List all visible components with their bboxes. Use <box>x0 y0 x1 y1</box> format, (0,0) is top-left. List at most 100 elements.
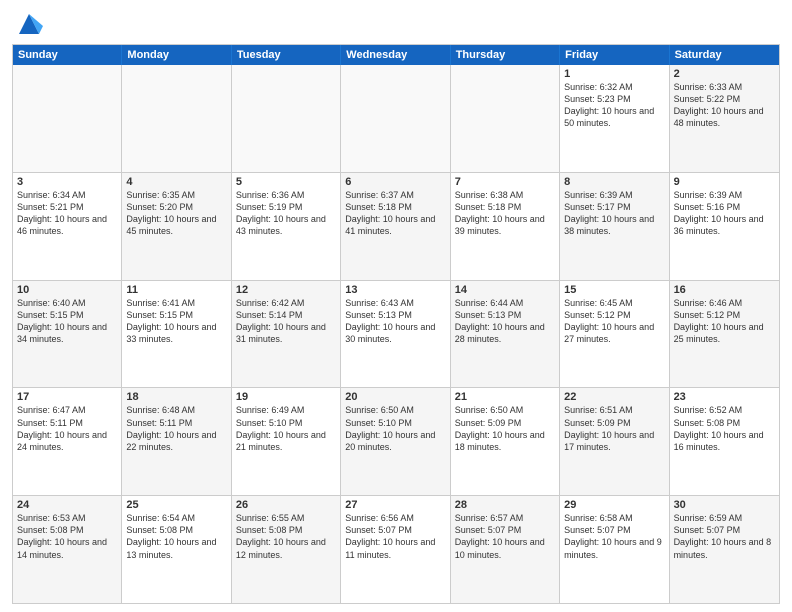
day-number: 14 <box>455 284 555 296</box>
day-cell-5: 5Sunrise: 6:36 AMSunset: 5:19 PMDaylight… <box>232 173 341 280</box>
day-cell-18: 18 Sunrise: 6:48 AMSunset: 5:11 PMDayligh… <box>122 388 231 495</box>
day-cell-13: 13 Sunrise: 6:43 AMSunset: 5:13 PMDayligh… <box>341 281 450 388</box>
day-number: 29 <box>564 499 664 511</box>
day-cell-3: 3 Sunrise: 6:34 AMSunset: 5:21 PMDaylight… <box>13 173 122 280</box>
week-row-4: 17 Sunrise: 6:47 AMSunset: 5:11 PMDayligh… <box>13 388 779 496</box>
calendar: SundayMondayTuesdayWednesdayThursdayFrid… <box>12 44 780 604</box>
day-cell-1: 1 Sunrise: 6:32 AMSunset: 5:23 PMDaylight… <box>560 65 669 172</box>
day-cell-6: 6 Sunrise: 6:37 AMSunset: 5:18 PMDaylight… <box>341 173 450 280</box>
day-info: Sunrise: 6:32 AMSunset: 5:23 PMDaylight:… <box>564 82 654 128</box>
empty-cell <box>13 65 122 172</box>
day-number: 21 <box>455 391 555 403</box>
day-cell-7: 7 Sunrise: 6:38 AMSunset: 5:18 PMDaylight… <box>451 173 560 280</box>
day-number: 19 <box>236 391 336 403</box>
day-number: 28 <box>455 499 555 511</box>
day-number: 17 <box>17 391 117 403</box>
calendar-body: 1 Sunrise: 6:32 AMSunset: 5:23 PMDaylight… <box>13 65 779 603</box>
day-cell-4: 4Sunrise: 6:35 AMSunset: 5:20 PMDaylight… <box>122 173 231 280</box>
day-cell-2: 2 Sunrise: 6:33 AMSunset: 5:22 PMDaylight… <box>670 65 779 172</box>
day-number: 22 <box>564 391 664 403</box>
day-cell-12: 12Sunrise: 6:42 AMSunset: 5:14 PMDayligh… <box>232 281 341 388</box>
day-number: 24 <box>17 499 117 511</box>
day-number: 11 <box>126 284 226 296</box>
day-info: Sunrise: 6:38 AMSunset: 5:18 PMDaylight:… <box>455 190 545 236</box>
day-cell-17: 17 Sunrise: 6:47 AMSunset: 5:11 PMDayligh… <box>13 388 122 495</box>
week-row-3: 10 Sunrise: 6:40 AMSunset: 5:15 PMDayligh… <box>13 281 779 389</box>
day-cell-8: 8Sunrise: 6:39 AMSunset: 5:17 PMDaylight… <box>560 173 669 280</box>
day-number: 27 <box>345 499 445 511</box>
day-cell-26: 26 Sunrise: 6:55 AMSunset: 5:08 PMDayligh… <box>232 496 341 603</box>
day-info: Sunrise: 6:53 AMSunset: 5:08 PMDaylight:… <box>17 513 107 559</box>
day-info: Sunrise: 6:54 AMSunset: 5:08 PMDaylight:… <box>126 513 216 559</box>
day-cell-20: 20 Sunrise: 6:50 AMSunset: 5:10 PMDayligh… <box>341 388 450 495</box>
day-cell-10: 10 Sunrise: 6:40 AMSunset: 5:15 PMDayligh… <box>13 281 122 388</box>
day-info: Sunrise: 6:52 AMSunset: 5:08 PMDaylight:… <box>674 405 764 451</box>
empty-cell <box>232 65 341 172</box>
day-cell-9: 9Sunrise: 6:39 AMSunset: 5:16 PMDaylight… <box>670 173 779 280</box>
day-info: Sunrise: 6:47 AMSunset: 5:11 PMDaylight:… <box>17 405 107 451</box>
header-day-saturday: Saturday <box>670 45 779 65</box>
day-info: Sunrise: 6:43 AMSunset: 5:13 PMDaylight:… <box>345 298 435 344</box>
day-cell-21: 21 Sunrise: 6:50 AMSunset: 5:09 PMDayligh… <box>451 388 560 495</box>
day-cell-11: 11Sunrise: 6:41 AMSunset: 5:15 PMDayligh… <box>122 281 231 388</box>
day-info: Sunrise: 6:44 AMSunset: 5:13 PMDaylight:… <box>455 298 545 344</box>
day-info: Sunrise: 6:51 AMSunset: 5:09 PMDaylight:… <box>564 405 654 451</box>
day-info: Sunrise: 6:45 AMSunset: 5:12 PMDaylight:… <box>564 298 654 344</box>
empty-cell <box>122 65 231 172</box>
day-info: Sunrise: 6:57 AMSunset: 5:07 PMDaylight:… <box>455 513 545 559</box>
day-number: 1 <box>564 68 664 80</box>
header-day-tuesday: Tuesday <box>232 45 341 65</box>
calendar-header: SundayMondayTuesdayWednesdayThursdayFrid… <box>13 45 779 65</box>
day-info: Sunrise: 6:46 AMSunset: 5:12 PMDaylight:… <box>674 298 764 344</box>
header-day-sunday: Sunday <box>13 45 122 65</box>
day-number: 25 <box>126 499 226 511</box>
header-day-wednesday: Wednesday <box>341 45 450 65</box>
week-row-2: 3 Sunrise: 6:34 AMSunset: 5:21 PMDaylight… <box>13 173 779 281</box>
day-info: Sunrise: 6:37 AMSunset: 5:18 PMDaylight:… <box>345 190 435 236</box>
day-number: 23 <box>674 391 775 403</box>
day-number: 3 <box>17 176 117 188</box>
day-info: Sunrise: 6:50 AMSunset: 5:09 PMDaylight:… <box>455 405 545 451</box>
logo <box>12 10 43 38</box>
week-row-5: 24 Sunrise: 6:53 AMSunset: 5:08 PMDayligh… <box>13 496 779 603</box>
day-info: Sunrise: 6:35 AMSunset: 5:20 PMDaylight:… <box>126 190 216 236</box>
day-number: 30 <box>674 499 775 511</box>
day-number: 20 <box>345 391 445 403</box>
day-number: 18 <box>126 391 226 403</box>
header-day-monday: Monday <box>122 45 231 65</box>
header <box>12 10 780 38</box>
header-day-thursday: Thursday <box>451 45 560 65</box>
day-info: Sunrise: 6:34 AMSunset: 5:21 PMDaylight:… <box>17 190 107 236</box>
day-number: 13 <box>345 284 445 296</box>
day-number: 8 <box>564 176 664 188</box>
day-cell-23: 23 Sunrise: 6:52 AMSunset: 5:08 PMDayligh… <box>670 388 779 495</box>
logo-icon <box>15 10 43 38</box>
day-info: Sunrise: 6:50 AMSunset: 5:10 PMDaylight:… <box>345 405 435 451</box>
empty-cell <box>451 65 560 172</box>
day-number: 9 <box>674 176 775 188</box>
day-cell-28: 28 Sunrise: 6:57 AMSunset: 5:07 PMDayligh… <box>451 496 560 603</box>
day-info: Sunrise: 6:56 AMSunset: 5:07 PMDaylight:… <box>345 513 435 559</box>
day-cell-22: 22 Sunrise: 6:51 AMSunset: 5:09 PMDayligh… <box>560 388 669 495</box>
day-number: 6 <box>345 176 445 188</box>
day-number: 10 <box>17 284 117 296</box>
day-cell-16: 16Sunrise: 6:46 AMSunset: 5:12 PMDayligh… <box>670 281 779 388</box>
day-info: Sunrise: 6:55 AMSunset: 5:08 PMDaylight:… <box>236 513 326 559</box>
day-number: 2 <box>674 68 775 80</box>
day-cell-15: 15Sunrise: 6:45 AMSunset: 5:12 PMDayligh… <box>560 281 669 388</box>
empty-cell <box>341 65 450 172</box>
day-cell-29: 29 Sunrise: 6:58 AMSunset: 5:07 PMDayligh… <box>560 496 669 603</box>
day-number: 7 <box>455 176 555 188</box>
day-info: Sunrise: 6:33 AMSunset: 5:22 PMDaylight:… <box>674 82 764 128</box>
day-cell-19: 19Sunrise: 6:49 AMSunset: 5:10 PMDayligh… <box>232 388 341 495</box>
day-number: 26 <box>236 499 336 511</box>
week-row-1: 1 Sunrise: 6:32 AMSunset: 5:23 PMDaylight… <box>13 65 779 173</box>
day-info: Sunrise: 6:58 AMSunset: 5:07 PMDaylight:… <box>564 513 662 559</box>
day-info: Sunrise: 6:40 AMSunset: 5:15 PMDaylight:… <box>17 298 107 344</box>
day-cell-27: 27 Sunrise: 6:56 AMSunset: 5:07 PMDayligh… <box>341 496 450 603</box>
day-number: 5 <box>236 176 336 188</box>
day-info: Sunrise: 6:48 AMSunset: 5:11 PMDaylight:… <box>126 405 216 451</box>
day-cell-14: 14 Sunrise: 6:44 AMSunset: 5:13 PMDayligh… <box>451 281 560 388</box>
page: SundayMondayTuesdayWednesdayThursdayFrid… <box>0 0 792 612</box>
day-number: 12 <box>236 284 336 296</box>
